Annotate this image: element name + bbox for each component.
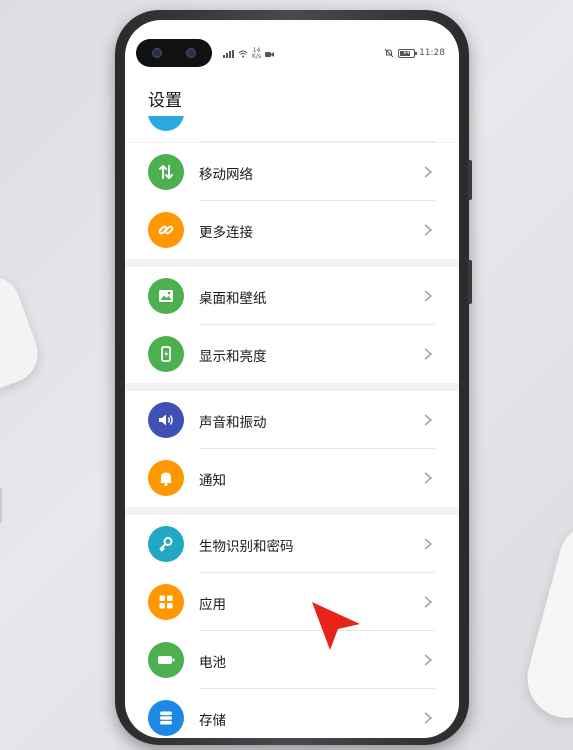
page-title: 设置 bbox=[148, 91, 182, 111]
chevron-right-icon bbox=[424, 166, 433, 178]
settings-item-battery[interactable]: 电池 bbox=[125, 631, 459, 689]
chevron-right-icon bbox=[424, 472, 433, 484]
status-time: 11:28 bbox=[419, 48, 445, 58]
status-left: 14 K/s bbox=[223, 48, 275, 60]
background-object-right bbox=[518, 513, 573, 727]
settings-item-label: 移动网络 bbox=[199, 167, 253, 183]
settings-item-label: 生物识别和密码 bbox=[199, 539, 294, 555]
video-camera-icon bbox=[265, 51, 275, 57]
settings-item-notifications[interactable]: 通知 bbox=[125, 449, 459, 507]
status-bar: 14 K/s 64 11:28 bbox=[223, 48, 445, 62]
battery-icon bbox=[148, 642, 184, 678]
settings-item-display[interactable]: 显示和亮度 bbox=[125, 325, 459, 383]
settings-item-label: 存储 bbox=[199, 713, 226, 729]
chevron-right-icon bbox=[424, 596, 433, 608]
settings-list: 移动网络 更多连接 桌面和壁纸 显示和亮度 声音和振动 通知 生物识别和密码 应… bbox=[125, 116, 459, 738]
background-object-left bbox=[0, 267, 47, 403]
camera-lens bbox=[186, 48, 196, 58]
volume-icon bbox=[148, 402, 184, 438]
settings-item-label: 显示和亮度 bbox=[199, 349, 267, 365]
chevron-right-icon bbox=[424, 538, 433, 550]
pointer-cursor-icon bbox=[312, 602, 360, 650]
power-button bbox=[468, 260, 472, 304]
front-camera-cutout bbox=[136, 39, 212, 67]
phone-screen: 14 K/s 64 11:28 设置 移动网络 更多连接 桌面和壁纸 显示和亮度… bbox=[125, 20, 459, 738]
mobile-network-icon bbox=[148, 154, 184, 190]
divider bbox=[199, 141, 435, 142]
chevron-right-icon bbox=[424, 712, 433, 724]
key-icon bbox=[148, 526, 184, 562]
settings-item-partial[interactable] bbox=[125, 116, 459, 142]
status-right: 64 11:28 bbox=[384, 48, 445, 58]
battery-indicator: 64 bbox=[398, 48, 418, 58]
settings-item-label: 更多连接 bbox=[199, 225, 253, 241]
wifi-icon bbox=[238, 50, 248, 58]
camera-lens bbox=[152, 48, 162, 58]
settings-item-label: 声音和振动 bbox=[199, 415, 267, 431]
network-speed-unit: K/s bbox=[252, 53, 262, 60]
phone-frame: 14 K/s 64 11:28 设置 移动网络 更多连接 桌面和壁纸 显示和亮度… bbox=[115, 10, 472, 745]
chevron-right-icon bbox=[424, 290, 433, 302]
bell-icon bbox=[148, 460, 184, 496]
partial-item-icon bbox=[148, 116, 184, 131]
signal-icon bbox=[223, 50, 234, 58]
settings-item-mobile-network[interactable]: 移动网络 bbox=[125, 143, 459, 201]
settings-item-sound[interactable]: 声音和振动 bbox=[125, 391, 459, 449]
chevron-right-icon bbox=[424, 348, 433, 360]
settings-item-label: 应用 bbox=[199, 597, 226, 613]
settings-item-label: 电池 bbox=[199, 655, 226, 671]
settings-item-storage[interactable]: 存储 bbox=[125, 689, 459, 738]
settings-item-wallpaper[interactable]: 桌面和壁纸 bbox=[125, 267, 459, 325]
settings-item-biometrics[interactable]: 生物识别和密码 bbox=[125, 515, 459, 573]
background-object-left-small bbox=[0, 485, 2, 525]
apps-grid-icon bbox=[148, 584, 184, 620]
storage-icon bbox=[148, 700, 184, 736]
settings-item-apps[interactable]: 应用 bbox=[125, 573, 459, 631]
chevron-right-icon bbox=[424, 654, 433, 666]
volume-button bbox=[468, 160, 472, 200]
chevron-right-icon bbox=[424, 414, 433, 426]
display-icon bbox=[148, 336, 184, 372]
wallpaper-icon bbox=[148, 278, 184, 314]
settings-item-more-connections[interactable]: 更多连接 bbox=[125, 201, 459, 259]
network-speed: 14 K/s bbox=[252, 48, 261, 60]
chevron-right-icon bbox=[424, 224, 433, 236]
link-icon bbox=[148, 212, 184, 248]
settings-item-label: 桌面和壁纸 bbox=[199, 291, 267, 307]
mute-bell-icon bbox=[384, 48, 394, 58]
battery-level: 64 bbox=[403, 49, 410, 56]
settings-item-label: 通知 bbox=[199, 473, 226, 489]
